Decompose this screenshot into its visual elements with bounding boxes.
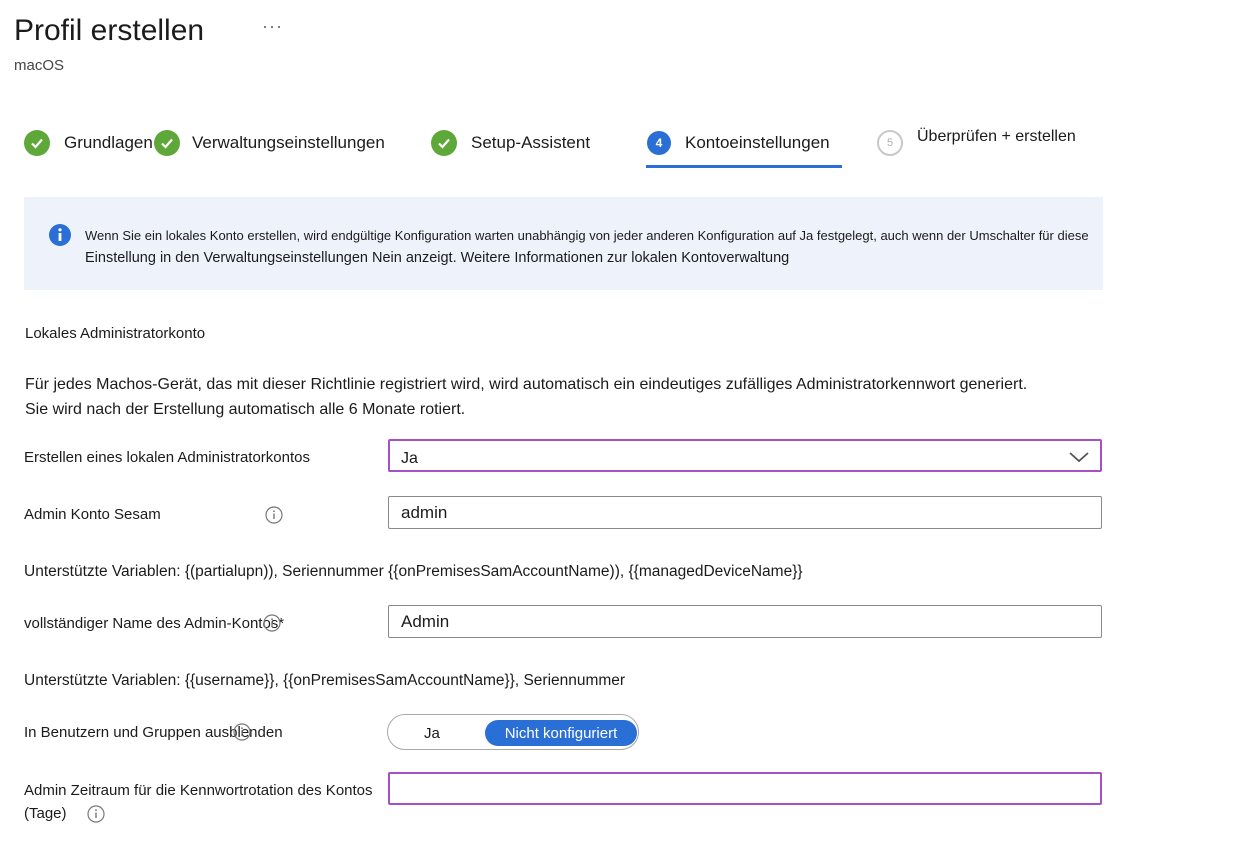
checkmark-icon	[24, 130, 50, 156]
checkmark-icon	[431, 130, 457, 156]
active-step-indicator	[646, 165, 842, 168]
more-options-button[interactable]: ···	[262, 16, 283, 37]
step-management-settings[interactable]: Verwaltungseinstellungen	[154, 128, 385, 158]
info-banner: Wenn Sie ein lokales Konto erstellen, wi…	[24, 197, 1103, 290]
section-heading: Lokales Administratorkonto	[25, 325, 206, 342]
create-local-admin-dropdown[interactable]: Ja	[388, 439, 1102, 472]
create-local-admin-label: Erstellen eines lokalen Administratorkon…	[24, 449, 310, 466]
step-number-badge: 4	[647, 131, 671, 155]
admin-full-name-label: vollständiger Name des Admin-Kontos*	[24, 615, 285, 632]
info-icon[interactable]	[263, 614, 281, 632]
info-icon[interactable]	[233, 723, 251, 741]
step-number-badge: 5	[877, 130, 903, 156]
banner-line-1: Wenn Sie ein lokales Konto erstellen, wi…	[85, 228, 1089, 243]
toggle-option-yes[interactable]: Ja	[424, 725, 440, 742]
admin-full-name-input[interactable]	[388, 605, 1102, 638]
rotation-period-label-unit: (Tage)	[24, 805, 67, 822]
step-setup-assistant[interactable]: Setup-Assistent	[431, 128, 590, 158]
toggle-option-not-configured[interactable]: Nicht konfiguriert	[485, 720, 637, 746]
step-label: Setup-Assistent	[471, 133, 591, 152]
page-subtitle: macOS	[14, 57, 65, 74]
checkmark-icon	[154, 130, 180, 156]
create-profile-page: Profil erstellen ··· macOS Grundlagen Ve…	[0, 0, 1248, 846]
step-account-settings[interactable]: 4 Kontoeinstellungen	[647, 128, 830, 158]
supported-variables-note: Unterstützte Variablen: {(partialupn)), …	[24, 563, 803, 580]
step-label: Grundlagen	[64, 133, 153, 152]
info-icon[interactable]	[87, 805, 105, 823]
dropdown-value: Ja	[401, 450, 418, 467]
step-basics[interactable]: Grundlagen	[24, 128, 153, 158]
info-icon	[48, 223, 72, 252]
admin-account-name-label: Admin Konto Sesam	[24, 506, 161, 523]
admin-account-name-input[interactable]	[388, 496, 1102, 529]
chevron-down-icon	[1068, 449, 1090, 469]
rotation-period-label: Admin Zeitraum für die Kennwortrotation …	[24, 782, 373, 799]
description-line-2: Sie wird nach der Erstellung automatisch…	[25, 401, 466, 418]
section-description: Für jedes Machos-Gerät, das mit dieser R…	[25, 372, 1205, 422]
banner-message: Wenn Sie ein lokales Konto erstellen, wi…	[85, 225, 1195, 269]
banner-line-2[interactable]: Einstellung in den Verwaltungseinstellun…	[85, 247, 1195, 269]
info-icon[interactable]	[265, 506, 283, 524]
step-label: Überprüfen + erstellen	[917, 128, 1076, 145]
rotation-period-input[interactable]	[388, 772, 1102, 805]
step-review-create[interactable]: 5 Überprüfen + erstellen	[877, 124, 1076, 156]
description-line-1: Für jedes Machos-Gerät, das mit dieser R…	[25, 376, 1028, 393]
hide-in-users-toggle[interactable]: Ja Nicht konfiguriert	[387, 714, 639, 750]
step-label: Verwaltungseinstellungen	[192, 133, 385, 152]
page-title: Profil erstellen	[14, 14, 205, 47]
step-label: Kontoeinstellungen	[685, 133, 830, 152]
supported-variables-note: Unterstützte Variablen: {{username}}, {{…	[24, 672, 626, 689]
